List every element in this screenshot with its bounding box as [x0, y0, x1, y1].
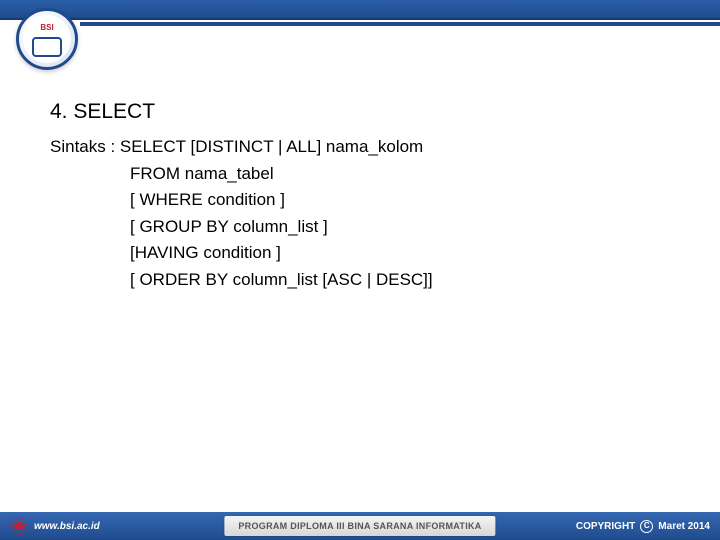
- syntax-line-1: Sintaks : SELECT [DISTINCT | ALL] nama_k…: [50, 134, 670, 160]
- footer-url: www.bsi.ac.id: [34, 521, 100, 532]
- syntax-line-5: [HAVING condition ]: [50, 240, 670, 266]
- starburst-icon: [10, 517, 28, 535]
- section-heading: 4. SELECT: [50, 100, 670, 124]
- logo-mark-icon: [32, 37, 62, 57]
- footer-bar: www.bsi.ac.id PROGRAM DIPLOMA III BINA S…: [0, 512, 720, 540]
- footer-copyright: COPYRIGHT C Maret 2014: [576, 520, 710, 533]
- footer-left: www.bsi.ac.id: [10, 517, 100, 535]
- institution-logo: BSI: [16, 8, 78, 70]
- logo-inner: BSI: [23, 15, 71, 63]
- syntax-line-3: [ WHERE condition ]: [50, 187, 670, 213]
- slide-content: 4. SELECT Sintaks : SELECT [DISTINCT | A…: [50, 100, 670, 293]
- copyright-date: Maret 2014: [658, 521, 710, 532]
- copyright-icon: C: [640, 520, 653, 533]
- syntax-line-2: FROM nama_tabel: [50, 161, 670, 187]
- header-bar: [0, 0, 720, 20]
- syntax-line-6: [ ORDER BY column_list [ASC | DESC]]: [50, 267, 670, 293]
- footer-program-badge: PROGRAM DIPLOMA III BINA SARANA INFORMAT…: [224, 516, 495, 536]
- syntax-line-4: [ GROUP BY column_list ]: [50, 214, 670, 240]
- logo-text: BSI: [40, 23, 53, 32]
- copyright-label: COPYRIGHT: [576, 521, 635, 532]
- header-accent-stripe: [80, 22, 720, 26]
